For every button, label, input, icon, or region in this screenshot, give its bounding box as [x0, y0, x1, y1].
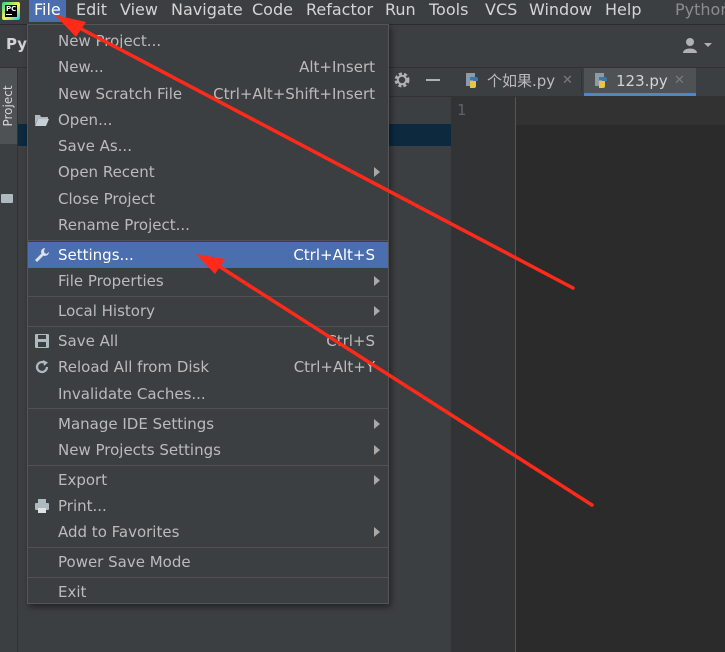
- menu-item-save-as[interactable]: Save As...: [28, 133, 388, 159]
- current-line-highlight: [516, 97, 725, 125]
- close-tab-icon[interactable]: ✕: [562, 68, 573, 94]
- menu-item-new-scratch-file[interactable]: New Scratch File Ctrl+Alt+Shift+Insert: [28, 81, 388, 107]
- user-account-icon[interactable]: [682, 37, 712, 53]
- window-title: Python: [675, 0, 725, 19]
- menu-separator: [28, 465, 388, 466]
- submenu-arrow-icon: [374, 306, 380, 316]
- folder-open-icon: [35, 115, 49, 126]
- menu-item-close-project[interactable]: Close Project: [28, 186, 388, 212]
- submenu-arrow-icon: [374, 419, 380, 429]
- menu-vcs[interactable]: VCS: [480, 0, 522, 22]
- menu-item-power-save-mode[interactable]: Power Save Mode: [28, 549, 388, 575]
- menu-separator: [28, 240, 388, 241]
- menu-view[interactable]: View: [115, 0, 163, 22]
- menu-item-export[interactable]: Export: [28, 467, 388, 493]
- submenu-arrow-icon: [374, 475, 380, 485]
- tool-window-strip: Project: [0, 68, 18, 652]
- menu-bar: PC File Edit View Navigate Code Refactor…: [0, 0, 725, 25]
- reload-icon: [35, 360, 49, 374]
- menu-window[interactable]: Window: [524, 0, 597, 22]
- menu-item-print[interactable]: Print...: [28, 493, 388, 519]
- print-icon: [35, 499, 49, 513]
- menu-edit[interactable]: Edit: [71, 0, 112, 22]
- menu-help[interactable]: Help: [600, 0, 646, 22]
- menu-item-add-to-favorites[interactable]: Add to Favorites: [28, 519, 388, 545]
- folder-icon: [1, 194, 13, 203]
- editor-gutter: [451, 97, 516, 652]
- menu-item-reload-all-from-disk[interactable]: Reload All from Disk Ctrl+Alt+Y: [28, 354, 388, 380]
- menu-item-file-properties[interactable]: File Properties: [28, 268, 388, 294]
- menu-navigate[interactable]: Navigate: [166, 0, 248, 22]
- python-file-icon: [595, 73, 607, 88]
- menu-item-local-history[interactable]: Local History: [28, 298, 388, 324]
- pycharm-logo-icon: PC: [2, 2, 20, 20]
- submenu-arrow-icon: [374, 445, 380, 455]
- menu-separator: [28, 408, 388, 409]
- submenu-arrow-icon: [374, 276, 380, 286]
- code-editor[interactable]: [516, 97, 725, 652]
- menu-item-save-all[interactable]: Save All Ctrl+S: [28, 328, 388, 354]
- menu-separator: [28, 326, 388, 327]
- menu-item-manage-ide-settings[interactable]: Manage IDE Settings: [28, 411, 388, 437]
- submenu-arrow-icon: [374, 167, 380, 177]
- menu-refactor[interactable]: Refactor: [301, 0, 378, 22]
- hide-panel-icon[interactable]: [426, 79, 440, 81]
- line-number: 1: [457, 101, 467, 119]
- menu-file[interactable]: File: [29, 0, 66, 22]
- menu-item-new-project[interactable]: New Project...: [28, 28, 388, 54]
- editor-tab-1[interactable]: 个如果.py ✕: [465, 68, 580, 94]
- menu-code[interactable]: Code: [247, 0, 298, 22]
- menu-run[interactable]: Run: [380, 0, 421, 22]
- menu-tools[interactable]: Tools: [424, 0, 473, 22]
- menu-item-rename-project[interactable]: Rename Project...: [28, 212, 388, 238]
- gear-icon[interactable]: [393, 71, 411, 89]
- menu-item-new-projects-settings[interactable]: New Projects Settings: [28, 437, 388, 463]
- submenu-arrow-icon: [374, 527, 380, 537]
- active-tab-indicator: [584, 93, 696, 96]
- close-tab-icon[interactable]: ✕: [674, 68, 685, 94]
- file-menu-dropdown: New Project... New... Alt+Insert New Scr…: [27, 24, 389, 604]
- menu-separator: [28, 577, 388, 578]
- menu-item-new[interactable]: New... Alt+Insert: [28, 54, 388, 80]
- editor-tab-2[interactable]: 123.py ✕: [594, 68, 694, 94]
- python-file-icon: [466, 73, 478, 88]
- menu-separator: [28, 547, 388, 548]
- menu-item-open-recent[interactable]: Open Recent: [28, 159, 388, 185]
- project-tool-tab[interactable]: Project: [0, 68, 17, 144]
- menu-item-exit[interactable]: Exit: [28, 579, 388, 605]
- menu-item-settings[interactable]: Settings... Ctrl+Alt+S: [28, 242, 388, 268]
- wrench-icon: [35, 248, 49, 262]
- menu-item-open[interactable]: Open...: [28, 107, 388, 133]
- menu-separator: [28, 296, 388, 297]
- save-icon: [35, 334, 49, 348]
- menu-item-invalidate-caches[interactable]: Invalidate Caches...: [28, 381, 388, 407]
- project-name[interactable]: Py: [6, 35, 27, 53]
